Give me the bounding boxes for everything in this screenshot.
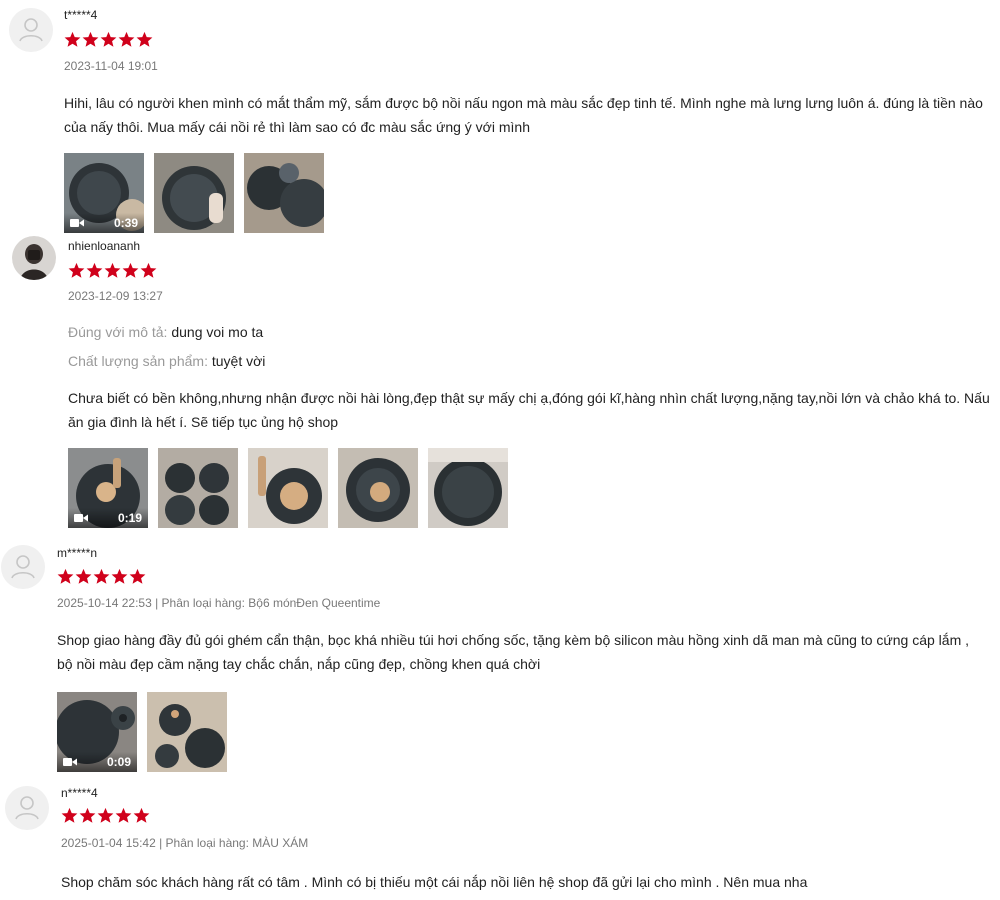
photo-image: [248, 448, 328, 528]
review-content: Hihi, lâu có người khen mình có mắt thẩm…: [64, 95, 983, 135]
rating-stars: [64, 31, 153, 48]
rating-stars: [68, 262, 157, 279]
reviewer-name[interactable]: m*****n: [57, 546, 97, 560]
photo-image: [147, 692, 227, 772]
review-photo-thumbnail[interactable]: [158, 448, 238, 528]
star-icon: [97, 807, 114, 823]
attribute-value: tuyệt vời: [211, 353, 266, 369]
star-icon: [79, 807, 96, 823]
video-bar: 0:09: [57, 752, 137, 772]
video-bar: 0:39: [64, 213, 144, 233]
video-duration: 0:19: [117, 511, 142, 525]
review-media: 0:39: [64, 153, 324, 233]
reviewer-name[interactable]: nhienloananh: [68, 239, 140, 253]
review-item: nhienloananh 2023-12-09 13:27 Đúng với m…: [0, 236, 1000, 536]
review-media: 0:09: [57, 692, 227, 772]
video-camera-icon: [74, 514, 88, 522]
photo-image: [154, 153, 234, 233]
review-photo-thumbnail[interactable]: [428, 448, 508, 528]
star-icon: [61, 807, 78, 823]
video-duration: 0:39: [113, 216, 138, 230]
avatar[interactable]: [1, 545, 45, 589]
review-content: Shop chăm sóc khách hàng rất có tâm . Mì…: [61, 874, 808, 890]
star-icon: [118, 31, 135, 47]
rating-stars: [57, 568, 146, 585]
star-icon: [104, 262, 121, 278]
review-content: Chưa biết có bền không,nhưng nhận được n…: [68, 390, 990, 430]
star-icon: [129, 568, 146, 584]
reviewer-name[interactable]: t*****4: [64, 8, 97, 22]
star-icon: [111, 568, 128, 584]
avatar[interactable]: [12, 236, 56, 280]
star-icon: [75, 568, 92, 584]
star-icon: [122, 262, 139, 278]
video-camera-icon: [70, 219, 84, 227]
review-item: t*****4 2023-11-04 19:01 Hihi, lâu có ng…: [0, 0, 1000, 240]
photo-image: [158, 448, 238, 528]
review-photo-thumbnail[interactable]: [248, 448, 328, 528]
attribute-label: Chất lượng sản phẩm:: [68, 353, 208, 369]
review-video-thumbnail[interactable]: 0:09: [57, 692, 137, 772]
photo-image: [428, 448, 508, 528]
review-content: Shop giao hàng đầy đủ gói ghém cẩn thận,…: [57, 632, 970, 672]
attribute-value: dung voi mo ta: [171, 324, 264, 340]
review-photo-thumbnail[interactable]: [338, 448, 418, 528]
star-icon: [57, 568, 74, 584]
star-icon: [93, 568, 110, 584]
review-media: 0:19: [68, 448, 508, 528]
review-video-thumbnail[interactable]: 0:39: [64, 153, 144, 233]
star-icon: [115, 807, 132, 823]
review-meta: 2023-12-09 13:27: [68, 289, 163, 303]
default-avatar-icon: [5, 786, 49, 830]
review-item: n*****4 2025-01-04 15:42 | Phân loại hàn…: [0, 782, 1000, 900]
star-icon: [100, 31, 117, 47]
review-attribute: Chất lượng sản phẩm: tuyệt vời: [68, 353, 265, 369]
star-icon: [136, 31, 153, 47]
rating-stars: [61, 807, 150, 824]
review-meta: 2025-01-04 15:42 | Phân loại hàng: MÀU X…: [61, 836, 309, 850]
video-camera-icon: [63, 758, 77, 766]
star-icon: [86, 262, 103, 278]
video-bar: 0:19: [68, 508, 148, 528]
photo-image: [338, 448, 418, 528]
user-photo-avatar: [12, 236, 56, 280]
video-duration: 0:09: [106, 755, 131, 769]
star-icon: [140, 262, 157, 278]
review-photo-thumbnail[interactable]: [154, 153, 234, 233]
default-avatar-icon: [9, 8, 53, 52]
review-photo-thumbnail[interactable]: [244, 153, 324, 233]
star-icon: [82, 31, 99, 47]
avatar[interactable]: [5, 786, 49, 830]
avatar[interactable]: [9, 8, 53, 52]
reviewer-name[interactable]: n*****4: [61, 786, 98, 800]
default-avatar-icon: [1, 545, 45, 589]
review-meta: 2023-11-04 19:01: [64, 59, 158, 73]
attribute-label: Đúng với mô tả:: [68, 324, 168, 340]
review-photo-thumbnail[interactable]: [147, 692, 227, 772]
review-meta: 2025-10-14 22:53 | Phân loại hàng: Bộ6 m…: [57, 596, 381, 610]
star-icon: [68, 262, 85, 278]
review-item: m*****n 2025-10-14 22:53 | Phân loại hàn…: [0, 542, 1000, 782]
review-video-thumbnail[interactable]: 0:19: [68, 448, 148, 528]
review-attribute: Đúng với mô tả: dung voi mo ta: [68, 324, 263, 340]
star-icon: [133, 807, 150, 823]
photo-image: [244, 153, 324, 233]
star-icon: [64, 31, 81, 47]
